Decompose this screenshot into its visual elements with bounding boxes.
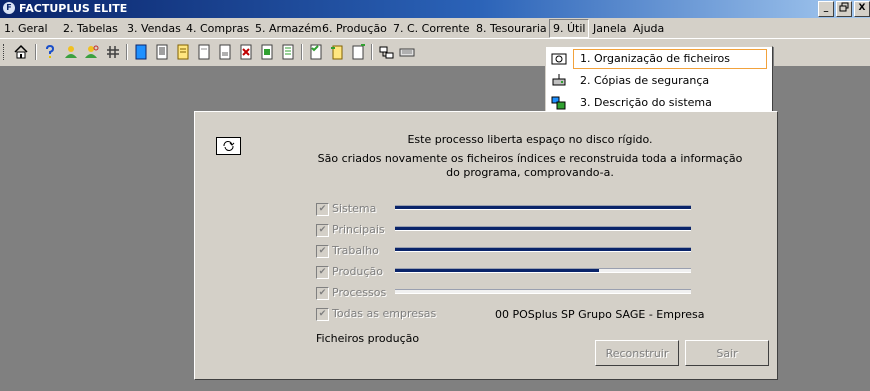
progress-bar-processos xyxy=(395,289,691,294)
progress-fill xyxy=(395,227,691,230)
toolbar-separator xyxy=(371,44,373,60)
window-title: FACTUPLUS ELITE xyxy=(19,2,128,15)
reorganize-dialog: Este processo liberta espaço no disco rí… xyxy=(194,111,778,380)
users-icon[interactable] xyxy=(63,44,79,60)
blue-document-icon[interactable] xyxy=(133,44,149,60)
progress-fill xyxy=(395,248,691,251)
transfer-document-icon[interactable] xyxy=(329,44,345,60)
delete-document-icon[interactable] xyxy=(238,44,254,60)
keyboard-icon[interactable] xyxy=(399,44,415,60)
progress-bar-trabalho xyxy=(395,247,691,252)
checkbox-box[interactable]: ✔ xyxy=(316,224,329,237)
menu-bar: 1. Geral 2. Tabelas 3. Vendas 4. Compras… xyxy=(0,18,870,39)
home-icon[interactable] xyxy=(13,44,29,60)
progress-fill xyxy=(395,206,691,209)
restore-button[interactable] xyxy=(836,1,852,17)
app-logo-icon: F xyxy=(3,2,15,14)
menu-ajuda[interactable]: Ajuda xyxy=(633,21,664,36)
network-icon[interactable] xyxy=(378,44,394,60)
progress-bar-principais xyxy=(395,226,691,231)
menu-item-label: 2. Cópias de segurança xyxy=(580,74,710,87)
tick-document-icon[interactable] xyxy=(308,44,324,60)
rebuild-button[interactable]: Reconstruir xyxy=(595,340,679,366)
menu-item-organizacao-ficheiros[interactable]: 1. Organização de ficheiros xyxy=(547,48,770,70)
progress-bar-producao xyxy=(395,268,691,273)
checkbox-box[interactable]: ✔ xyxy=(316,308,329,321)
search-users-icon[interactable] xyxy=(84,44,100,60)
checkbox-label: Principais xyxy=(332,223,385,236)
grid-icon[interactable] xyxy=(105,44,121,60)
menu-producao[interactable]: 6. Produção xyxy=(322,21,387,36)
status-text: Ficheiros produção xyxy=(316,332,420,345)
menu-geral[interactable]: 1. Geral xyxy=(4,21,48,36)
menu-compras[interactable]: 4. Compras xyxy=(186,21,249,36)
toolbar-separator xyxy=(301,44,303,60)
checkbox-label: Trabalho xyxy=(332,244,379,257)
green-document-icon[interactable] xyxy=(259,44,275,60)
window-controls: _ X xyxy=(816,1,870,17)
menu-vendas[interactable]: 3. Vendas xyxy=(127,21,181,36)
menu-tabelas[interactable]: 2. Tabelas xyxy=(63,21,118,36)
reorganize-icon xyxy=(216,137,241,155)
util-dropdown-menu: 1. Organização de ficheiros 2. Cópias de… xyxy=(545,46,773,116)
title-bar: F FACTUPLUS ELITE _ X xyxy=(0,0,870,18)
dialog-intro-line2: São criados novamente os ficheiros índic… xyxy=(317,152,743,179)
progress-bar-sistema xyxy=(395,205,691,210)
toolbar-separator xyxy=(35,44,37,60)
dialog-intro-line1: Este processo liberta espaço no disco rí… xyxy=(407,133,653,146)
company-label: 00 POSplus SP Grupo SAGE - Empresa xyxy=(495,308,705,321)
backup-drive-icon xyxy=(551,73,567,89)
blank-document-icon[interactable] xyxy=(196,44,212,60)
help-icon[interactable] xyxy=(42,44,58,60)
system-info-icon xyxy=(551,95,567,111)
menu-item-copias-seguranca[interactable]: 2. Cópias de segurança xyxy=(547,70,770,92)
minimize-button[interactable]: _ xyxy=(818,1,834,17)
checkbox-label: Processos xyxy=(332,286,387,299)
close-button[interactable]: X xyxy=(854,1,870,17)
menu-item-label: 1. Organização de ficheiros xyxy=(580,52,731,65)
checkbox-box[interactable]: ✔ xyxy=(316,245,329,258)
reorganize-icon xyxy=(551,51,567,67)
document-lines-icon[interactable] xyxy=(154,44,170,60)
menu-armazem[interactable]: 5. Armazém xyxy=(255,21,322,36)
new-document-icon[interactable] xyxy=(350,44,366,60)
checkbox-box[interactable]: ✔ xyxy=(316,287,329,300)
report-icon[interactable] xyxy=(217,44,233,60)
menu-tesouraria[interactable]: 8. Tesouraria xyxy=(476,21,547,36)
checkbox-box[interactable]: ✔ xyxy=(316,203,329,216)
checkbox-label: Sistema xyxy=(332,202,377,215)
toolbar-grip[interactable] xyxy=(3,44,6,60)
menu-janela[interactable]: Janela xyxy=(593,21,627,36)
menu-util[interactable]: 9. Útil xyxy=(549,19,590,38)
checkbox-box[interactable]: ✔ xyxy=(316,266,329,279)
exit-button[interactable]: Sair xyxy=(685,340,769,366)
menu-item-label: 3. Descrição do sistema xyxy=(580,96,712,109)
checkbox-label: Produção xyxy=(332,265,383,278)
list-document-icon[interactable] xyxy=(280,44,296,60)
menu-conta-corrente[interactable]: 7. C. Corrente xyxy=(393,21,470,36)
toolbar-separator xyxy=(126,44,128,60)
checkbox-label: Todas as empresas xyxy=(332,307,437,320)
yellow-document-icon[interactable] xyxy=(175,44,191,60)
progress-fill xyxy=(395,269,600,272)
